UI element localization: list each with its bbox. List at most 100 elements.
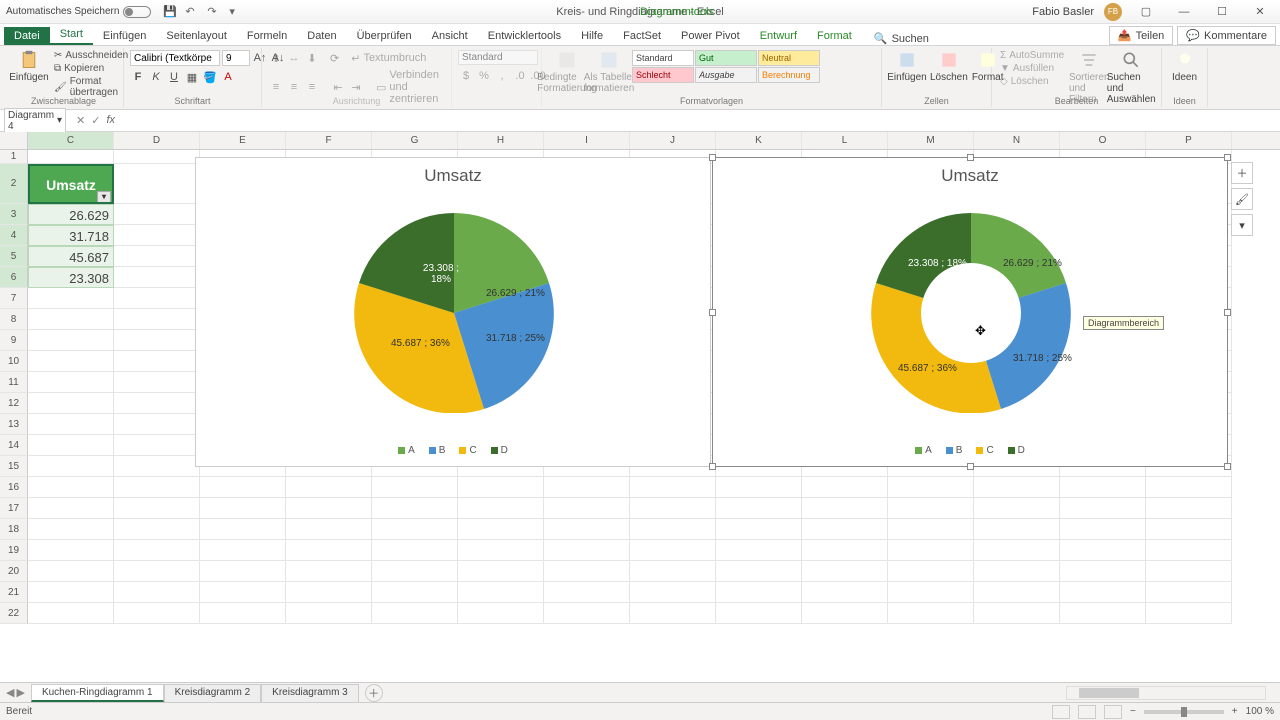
col-header[interactable]: J xyxy=(630,132,716,149)
cell[interactable] xyxy=(802,519,888,540)
cell[interactable] xyxy=(802,477,888,498)
cell[interactable] xyxy=(286,477,372,498)
cell[interactable]: 23.308 xyxy=(28,267,114,288)
resize-handle[interactable] xyxy=(709,463,716,470)
sheet-prev-button[interactable]: ◀ xyxy=(6,686,14,699)
style-standard[interactable]: Standard xyxy=(632,50,694,66)
clear-button[interactable]: ◇Löschen xyxy=(998,76,1066,87)
cell[interactable] xyxy=(974,582,1060,603)
doughnut-chart[interactable]: Umsatz 26.629 ; 21% 31.718 ; 25% 45.687 … xyxy=(712,157,1228,467)
cell[interactable] xyxy=(372,519,458,540)
row-header[interactable]: 18 xyxy=(0,519,28,540)
cell[interactable] xyxy=(802,540,888,561)
tab-hilfe[interactable]: Hilfe xyxy=(571,27,613,45)
cell[interactable] xyxy=(200,561,286,582)
zoom-in-button[interactable]: + xyxy=(1232,706,1238,717)
row-header[interactable]: 14 xyxy=(0,435,28,456)
cell[interactable] xyxy=(372,603,458,624)
tab-factset[interactable]: FactSet xyxy=(613,27,671,45)
page-layout-view-button[interactable] xyxy=(1078,705,1096,719)
cell[interactable] xyxy=(372,540,458,561)
fill-button[interactable]: ▼Ausfüllen xyxy=(998,63,1066,74)
col-header[interactable]: M xyxy=(888,132,974,149)
cell[interactable] xyxy=(114,309,200,330)
sheet-next-button[interactable]: ▶ xyxy=(16,686,24,699)
col-header[interactable]: H xyxy=(458,132,544,149)
cell[interactable] xyxy=(28,519,114,540)
style-ausgabe[interactable]: Ausgabe xyxy=(695,67,757,83)
cell[interactable] xyxy=(458,498,544,519)
autosave-toggle[interactable] xyxy=(123,6,151,18)
cell[interactable] xyxy=(114,351,200,372)
cell[interactable] xyxy=(114,519,200,540)
format-painter-button[interactable]: 🖌Format übertragen xyxy=(52,76,130,98)
font-size-select[interactable] xyxy=(222,50,250,66)
cell[interactable] xyxy=(716,603,802,624)
cell[interactable] xyxy=(630,603,716,624)
increase-indent-button[interactable]: ⇥ xyxy=(348,79,364,95)
sheet-tab[interactable]: Kreisdiagramm 3 xyxy=(261,684,359,702)
user-name[interactable]: Fabio Basler xyxy=(1032,6,1094,18)
cell[interactable] xyxy=(888,582,974,603)
cell[interactable] xyxy=(544,582,630,603)
cell[interactable]: 26.629 xyxy=(28,204,114,225)
cell[interactable] xyxy=(974,540,1060,561)
pie-chart[interactable]: Umsatz 26.629 ; 21% 31.718 ; 25% 45.687 … xyxy=(195,157,711,467)
autosum-button[interactable]: ΣAutoSumme xyxy=(998,50,1066,61)
minimize-button[interactable]: — xyxy=(1170,6,1198,18)
cell[interactable] xyxy=(114,164,200,204)
cell[interactable] xyxy=(716,498,802,519)
delete-cells-button[interactable]: Löschen xyxy=(930,50,968,83)
cell[interactable]: Umsatz xyxy=(28,164,114,204)
resize-handle[interactable] xyxy=(1224,154,1231,161)
accept-formula-button[interactable]: ✓ xyxy=(91,114,100,127)
cell[interactable] xyxy=(1060,498,1146,519)
style-schlecht[interactable]: Schlecht xyxy=(632,67,694,83)
cell[interactable] xyxy=(974,498,1060,519)
cell[interactable] xyxy=(802,603,888,624)
cell[interactable] xyxy=(1146,498,1232,519)
bold-button[interactable]: F xyxy=(130,69,146,85)
col-header[interactable]: E xyxy=(200,132,286,149)
resize-handle[interactable] xyxy=(967,463,974,470)
cell[interactable] xyxy=(544,498,630,519)
row-header[interactable]: 21 xyxy=(0,582,28,603)
decrease-indent-button[interactable]: ⇤ xyxy=(330,79,346,95)
select-all-triangle[interactable] xyxy=(0,132,28,149)
cell[interactable] xyxy=(544,603,630,624)
format-as-table-button[interactable]: Als Tabelle formatieren xyxy=(590,50,628,94)
resize-handle[interactable] xyxy=(967,154,974,161)
zoom-level[interactable]: 100 % xyxy=(1246,706,1274,717)
row-header[interactable]: 17 xyxy=(0,498,28,519)
cell[interactable]: 45.687 xyxy=(28,246,114,267)
ideas-button[interactable]: Ideen xyxy=(1168,50,1201,83)
cell[interactable] xyxy=(200,498,286,519)
cell[interactable] xyxy=(286,519,372,540)
cell[interactable] xyxy=(1060,603,1146,624)
chart-elements-button[interactable]: ＋ xyxy=(1231,162,1253,184)
cell[interactable] xyxy=(1146,561,1232,582)
cell[interactable] xyxy=(544,519,630,540)
cell[interactable] xyxy=(28,351,114,372)
cell[interactable] xyxy=(28,540,114,561)
row-header[interactable]: 7 xyxy=(0,288,28,309)
row-header[interactable]: 4 xyxy=(0,225,28,246)
cell[interactable] xyxy=(114,372,200,393)
cell[interactable] xyxy=(458,519,544,540)
row-header[interactable]: 15 xyxy=(0,456,28,477)
share-button[interactable]: 📤Teilen xyxy=(1109,26,1173,45)
zoom-slider[interactable] xyxy=(1144,710,1224,714)
zoom-out-button[interactable]: − xyxy=(1130,706,1136,717)
font-color-button[interactable]: A xyxy=(220,69,236,85)
cell[interactable] xyxy=(1146,540,1232,561)
cell[interactable] xyxy=(458,603,544,624)
cell[interactable] xyxy=(372,498,458,519)
cell[interactable] xyxy=(114,225,200,246)
cell[interactable] xyxy=(802,582,888,603)
cell[interactable] xyxy=(286,540,372,561)
align-middle-button[interactable]: ↔ xyxy=(286,50,302,66)
row-header[interactable]: 2 xyxy=(0,164,28,204)
row-header[interactable]: 13 xyxy=(0,414,28,435)
copy-button[interactable]: ⧉Kopieren xyxy=(52,63,130,74)
cell[interactable] xyxy=(458,561,544,582)
